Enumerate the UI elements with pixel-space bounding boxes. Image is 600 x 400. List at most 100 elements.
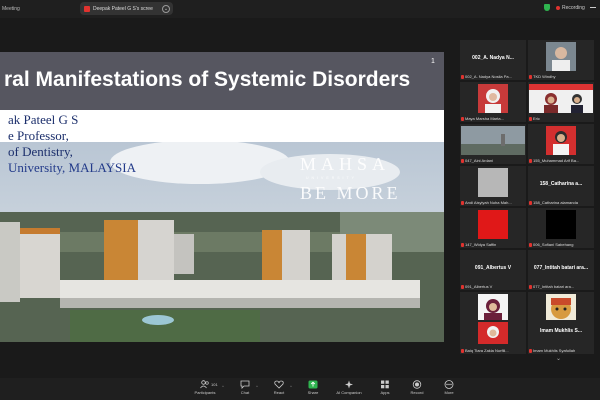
participant-tile-name: Imam Mukhlis S... [540, 328, 582, 334]
shared-screen: ral Manifestations of Systemic Disorders… [0, 18, 458, 378]
participant-tile[interactable]: Imam Mukhlis S... Imam Mukhlis Syafullah [528, 320, 594, 354]
participant-caption: 147_Widya Saffin [465, 242, 497, 247]
mic-muted-icon [529, 348, 532, 353]
presenter-position: e Professor, [8, 128, 69, 143]
participant-tile[interactable]: 091_Albertus V 091_Albertus V [460, 250, 526, 290]
participant-tile[interactable]: 155_Muhammad Arif Ba... [528, 124, 594, 164]
participant-gallery: 002_A. Nadya N... 002_A. Nadya Nosila Pa… [458, 40, 600, 366]
shield-icon[interactable] [544, 4, 550, 11]
mic-muted-icon [461, 242, 464, 247]
slide-title-bar: ral Manifestations of Systemic Disorders… [0, 52, 444, 110]
mic-muted-icon [461, 74, 464, 79]
chat-icon [240, 380, 250, 389]
record-button[interactable]: Record [402, 380, 432, 400]
participant-tile[interactable]: 077_Intitah batari ara... 077_Intitah ba… [528, 250, 594, 290]
participant-video [529, 84, 593, 113]
mic-muted-icon [461, 200, 464, 205]
chevron-up-icon[interactable]: ^ [256, 384, 258, 389]
participant-count: 101 [211, 382, 218, 387]
participant-video [478, 322, 508, 344]
participant-tile[interactable]: Andi Aisyiyah Nuha Mah... [460, 166, 526, 206]
participant-tile[interactable]: Baiq Tiara Zakia Nurfili... [460, 320, 526, 354]
participant-caption: Andi Aisyiyah Nuha Mah... [465, 200, 512, 205]
chevron-down-icon[interactable]: ⌄ [162, 4, 170, 13]
presenter-faculty: of Dentistry, [8, 144, 73, 159]
mic-muted-icon [461, 158, 464, 163]
mic-muted-icon [529, 284, 532, 289]
participant-tile[interactable]: TKD Windhy [528, 40, 594, 80]
participants-button[interactable]: 101 Participants [190, 380, 220, 400]
minimize-icon[interactable] [590, 7, 596, 8]
participant-caption: 006_Sofiani Sabehang [533, 242, 574, 247]
top-bar: Meeting Deepak Pateel G S's scree ⌄ Reco… [0, 0, 600, 18]
mic-muted-icon [529, 74, 532, 79]
apps-button[interactable]: Apps [370, 380, 400, 400]
participant-video [546, 42, 576, 71]
share-button-label: Share [307, 390, 319, 395]
participant-video [461, 126, 525, 155]
chevron-up-icon[interactable]: ^ [290, 384, 292, 389]
meeting-toolbar: 101 Participants ^ Chat ^ React ^ Share … [0, 378, 600, 400]
people-icon [200, 380, 210, 389]
app-title: Meeting [2, 6, 20, 12]
recording-label: Recording [562, 5, 585, 11]
mic-muted-icon [529, 116, 532, 121]
react-label: React [273, 390, 285, 395]
participant-video [546, 294, 576, 323]
participant-tile[interactable]: 158_Catharina a... 158_Catharina alamand… [528, 166, 594, 206]
participant-caption: TKD Windhy [533, 74, 556, 79]
record-label: Record [410, 390, 424, 395]
participant-tile-name: 077_Intitah batari ara... [533, 265, 589, 271]
slide-page-number: 1 [431, 58, 435, 65]
ai-companion-button[interactable]: AI Companion [334, 380, 364, 400]
presenter-name: ak Pateel G S [8, 112, 79, 127]
participant-tile-name: 091_Albertus V [474, 265, 512, 271]
share-label: Deepak Pateel G S's scree [93, 5, 153, 12]
presentation-slide: ral Manifestations of Systemic Disorders… [0, 52, 444, 342]
share-button[interactable]: Share [298, 380, 328, 400]
mic-muted-icon [461, 116, 464, 121]
participant-video [478, 210, 508, 239]
participant-video [546, 210, 576, 239]
participant-caption: Eric [533, 116, 540, 121]
record-icon [556, 6, 560, 10]
participant-tile[interactable]: 147_Widya Saffin [460, 208, 526, 248]
more-label: More [444, 390, 454, 395]
react-button[interactable]: React [264, 380, 294, 400]
university-logo-sub: UNIVERSITY [306, 176, 358, 180]
chevron-up-icon[interactable]: ^ [222, 384, 224, 389]
participant-video [478, 294, 508, 323]
participant-tile[interactable]: 047_Aini Ardani [460, 124, 526, 164]
participant-video [478, 168, 508, 197]
mic-muted-icon [461, 348, 464, 353]
participant-tile[interactable]: 006_Sofiani Sabehang [528, 208, 594, 248]
participant-tile[interactable]: 002_A. Nadya N... 002_A. Nadya Nosila Pa… [460, 40, 526, 80]
participant-tile[interactable]: Eric [528, 82, 594, 122]
participant-caption: Maya Marsha Marta... [465, 116, 504, 121]
ai-companion-label: AI Companion [336, 390, 362, 395]
mic-muted-icon [529, 242, 532, 247]
participant-tile-name: 002_A. Nadya N... [472, 55, 514, 61]
participant-caption: 155_Muhammad Arif Ba... [533, 158, 580, 163]
screen-share-indicator[interactable]: Deepak Pateel G S's scree ⌄ [80, 2, 173, 15]
participant-caption: Baiq Tiara Zakia Nurfili... [465, 348, 509, 353]
participant-tile[interactable]: Maya Marsha Marta... [460, 82, 526, 122]
participant-tile-name: 158_Catharina a... [539, 181, 583, 187]
participant-caption: 091_Albertus V [465, 284, 493, 289]
participant-caption: Imam Mukhlis Syafullah [533, 348, 576, 353]
chevron-down-icon[interactable]: ⌄ [556, 355, 561, 362]
participant-video [478, 84, 508, 113]
participant-caption: 047_Aini Ardani [465, 158, 494, 163]
sparkle-icon [344, 380, 354, 389]
chat-button[interactable]: Chat [230, 380, 260, 400]
more-button[interactable]: More [434, 380, 464, 400]
share-arrow-icon [308, 380, 318, 389]
record-button-icon [412, 380, 422, 389]
presenter-info: ak Pateel G S e Professor, of Dentistry,… [8, 112, 136, 176]
apps-grid-icon [380, 380, 390, 389]
participant-video [546, 126, 576, 155]
participant-caption: 077_Intitah batari ara... [533, 284, 575, 289]
participants-label: Participants [194, 390, 216, 395]
mic-muted-icon [461, 284, 464, 289]
heart-icon [274, 380, 284, 389]
